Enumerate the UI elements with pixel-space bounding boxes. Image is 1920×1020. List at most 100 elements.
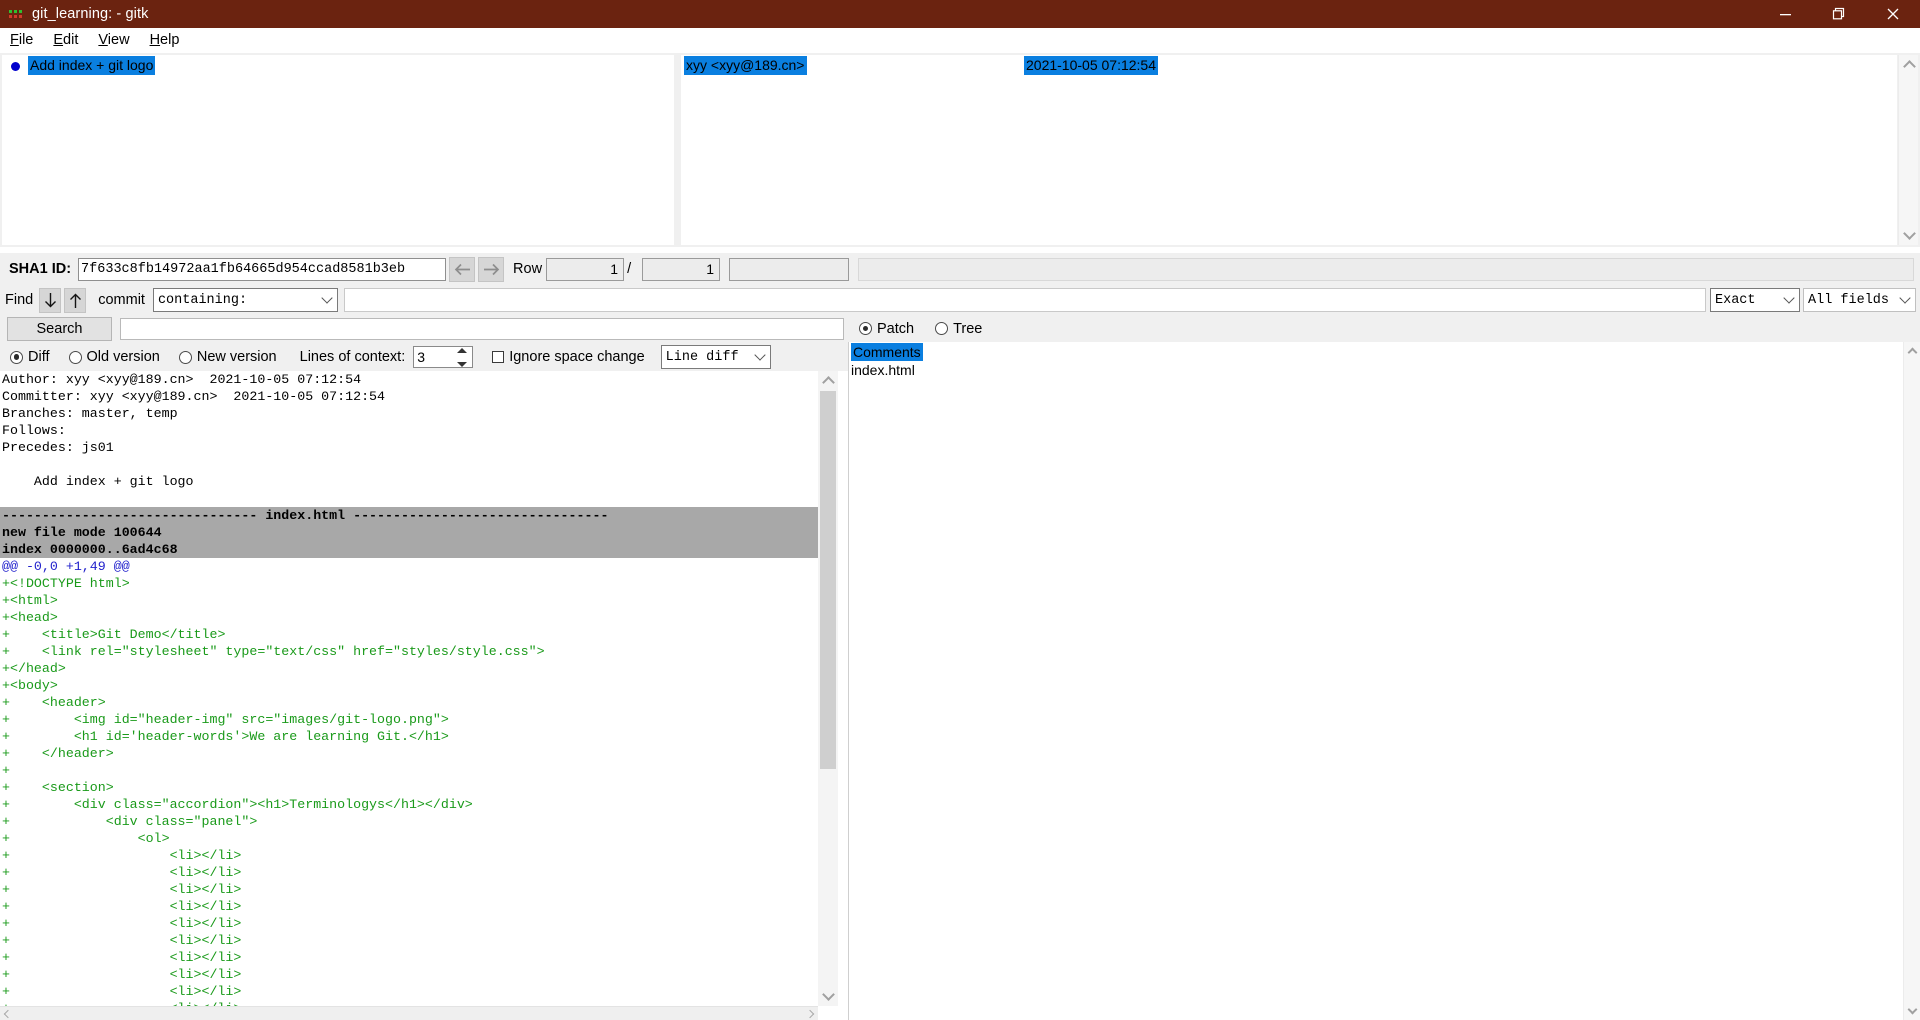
window-controls [1758, 0, 1920, 28]
ignore-space-change-checkbox[interactable]: Ignore space change [487, 349, 645, 365]
radio-diff[interactable]: Diff [5, 349, 50, 365]
diff-line: + <li></li> [2, 865, 242, 880]
stepper-up-icon[interactable] [457, 348, 468, 353]
commit-row[interactable]: Add index + git logo [2, 55, 674, 75]
scroll-left-icon[interactable] [0, 1007, 14, 1020]
commit-list-author-column[interactable]: xyy <xyy@189.cn> [681, 55, 1021, 245]
arrow-down-icon [44, 292, 56, 307]
scrollbar-thumb[interactable] [820, 391, 836, 769]
diff-line: + [2, 763, 10, 778]
file-list-item-index-html[interactable]: index.html [851, 361, 915, 379]
row-total: 1 [642, 257, 721, 281]
diff-style-value: Line diff [665, 349, 739, 365]
diff-style-select[interactable]: Line diff [660, 345, 771, 369]
diff-vertical-scrollbar[interactable] [818, 371, 838, 1006]
radio-patch-icon [859, 322, 872, 335]
diff-line: +<head> [2, 610, 58, 625]
radio-tree[interactable]: Tree [930, 321, 982, 337]
sha1-input[interactable]: 7f633c8fb14972aa1fb64665d954ccad8581b3eb [78, 257, 447, 281]
commit-list-message-column[interactable]: Add index + git logo [2, 55, 674, 245]
scroll-right-icon[interactable] [804, 1007, 818, 1020]
commit-author[interactable]: xyy <xyy@189.cn> [684, 56, 807, 75]
row-extra-field[interactable] [729, 257, 850, 281]
diff-line: Author: xyy <xyy@189.cn> 2021-10-05 07:1… [2, 372, 362, 387]
commit-row-date[interactable]: 2021-10-05 07:12:54 [1021, 55, 1897, 75]
commit-list-date-column[interactable]: 2021-10-05 07:12:54 [1021, 55, 1897, 245]
find-matchtype-select[interactable]: Exact [1710, 288, 1800, 312]
menu-edit[interactable]: Edit [43, 28, 88, 53]
radio-new-version[interactable]: New version [174, 349, 277, 365]
lines-of-context-label: Lines of context: [299, 349, 406, 365]
menu-file[interactable]: FFileile [0, 28, 43, 53]
radio-patch-label: Patch [877, 320, 915, 337]
ignore-space-change-label: Ignore space change [509, 349, 645, 365]
scroll-up-icon[interactable] [818, 371, 838, 391]
find-commit-label: commit [98, 292, 145, 308]
diff-options-row: Diff Old version New version Lines of co… [0, 343, 850, 371]
lines-of-context-stepper[interactable]: 3 [413, 346, 474, 368]
diff-horizontal-scrollbar[interactable] [0, 1006, 818, 1020]
lines-of-context-value: 3 [417, 349, 426, 365]
find-scope-value: All fields [1808, 292, 1890, 308]
find-label: Find [5, 292, 34, 308]
diff-text-panel[interactable]: Author: xyy <xyy@189.cn> 2021-10-05 07:1… [0, 371, 818, 1006]
file-list-scrollbar[interactable] [1903, 342, 1920, 1020]
radio-old-version[interactable]: Old version [64, 349, 160, 365]
diff-line: +<body> [2, 678, 58, 693]
scroll-up-icon[interactable] [1899, 55, 1919, 75]
chevron-down-icon [1899, 292, 1911, 304]
find-query-input[interactable] [343, 288, 1706, 312]
commit-list-scrollbar[interactable] [1898, 55, 1918, 245]
diff-line: + <ol> [2, 831, 170, 846]
diff-line: -------------------------------- index.h… [0, 507, 818, 524]
search-input[interactable] [120, 318, 844, 340]
radio-tree-icon [935, 322, 949, 335]
row-separator: / [627, 261, 632, 277]
diff-line: Add index + git logo [2, 474, 194, 489]
nav-forward-button[interactable] [478, 256, 505, 282]
commit-message[interactable]: Add index + git logo [28, 56, 156, 75]
diff-line: + <li></li> [2, 967, 242, 982]
search-row: Search [0, 315, 850, 343]
find-next-button[interactable] [39, 287, 62, 313]
radio-new-version-icon [178, 350, 192, 364]
commit-node-icon [11, 62, 20, 71]
find-mode-value: containing: [157, 292, 248, 308]
file-list-panel[interactable]: Comments index.html [848, 342, 1903, 1020]
scroll-down-icon[interactable] [818, 986, 838, 1006]
menu-view[interactable]: View [88, 28, 139, 53]
close-icon[interactable] [1866, 0, 1920, 28]
diff-line [0, 456, 818, 473]
find-row: Find commit containing: Exact All fields [0, 285, 1920, 315]
scroll-up-icon[interactable] [1904, 342, 1920, 360]
diff-line: + <img id="header-img" src="images/git-l… [2, 712, 449, 727]
file-list-item-comments[interactable]: Comments [851, 343, 923, 361]
find-prev-button[interactable] [64, 287, 87, 313]
commit-row-author[interactable]: xyy <xyy@189.cn> [681, 55, 1021, 75]
diff-line: +</head> [2, 661, 66, 676]
search-button[interactable]: Search [7, 317, 112, 341]
scroll-down-icon[interactable] [1904, 1002, 1920, 1020]
diff-line [0, 490, 818, 507]
commit-date[interactable]: 2021-10-05 07:12:54 [1024, 56, 1158, 75]
diff-line: Follows: [2, 423, 66, 438]
window-titlebar: git_learning: - gitk [0, 0, 1920, 28]
maximize-icon[interactable] [1812, 0, 1866, 28]
checkbox-icon [492, 351, 505, 363]
diff-line: + <li></li> [2, 916, 242, 931]
radio-diff-label: Diff [28, 349, 50, 365]
radio-old-version-icon [68, 350, 82, 364]
menu-help[interactable]: Help [140, 28, 190, 53]
radio-patch[interactable]: Patch [854, 321, 914, 337]
diff-line: + <li></li> [2, 899, 242, 914]
find-scope-select[interactable]: All fields [1803, 288, 1916, 312]
stepper-down-icon[interactable] [457, 362, 468, 367]
find-mode-select[interactable]: containing: [152, 288, 338, 312]
patch-tree-toggle-row: Patch Tree [848, 315, 1920, 342]
row-current-input[interactable]: 1 [546, 257, 625, 281]
nav-back-button[interactable] [449, 256, 476, 282]
sha1-row: SHA1 ID: 7f633c8fb14972aa1fb64665d954cca… [0, 253, 1920, 285]
minimize-icon[interactable] [1758, 0, 1812, 28]
stepper-arrows-icon[interactable] [457, 348, 470, 367]
scroll-down-icon[interactable] [1899, 225, 1919, 245]
